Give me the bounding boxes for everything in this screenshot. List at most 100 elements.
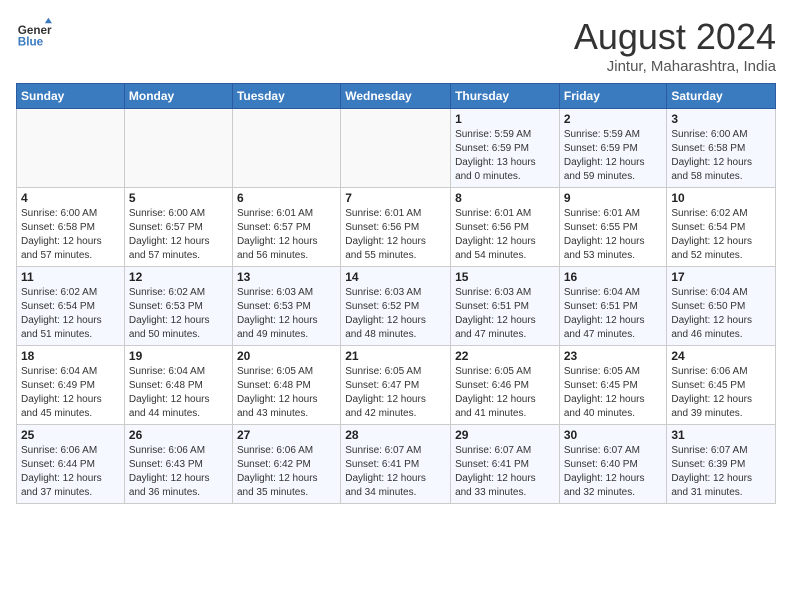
weekday-thursday: Thursday [451,84,560,109]
calendar-cell: 21Sunrise: 6:05 AM Sunset: 6:47 PM Dayli… [341,346,451,425]
calendar-cell: 1 Sunrise: 5:59 AM Sunset: 6:59 PM Daylig… [451,109,560,188]
calendar-cell: 7Sunrise: 6:01 AM Sunset: 6:56 PM Daylig… [341,188,451,267]
calendar-cell: 2 Sunrise: 5:59 AM Sunset: 6:59 PM Daylig… [559,109,667,188]
day-number: 12 [129,270,228,284]
day-info: Sunrise: 6:05 AM Sunset: 6:45 PM Dayligh… [564,365,663,421]
day-info: Sunrise: 6:00 AM Sunset: 6:57 PM Dayligh… [129,207,228,263]
calendar-cell: 25 Sunrise: 6:06 AM Sunset: 6:44 PM Dayli… [17,425,125,504]
calendar-cell: 24Sunrise: 6:06 AM Sunset: 6:45 PM Dayli… [667,346,776,425]
weekday-monday: Monday [124,84,232,109]
day-number: 30 [564,428,663,442]
day-number: 28 [345,428,446,442]
day-number: 27 [237,428,336,442]
calendar-cell: 15Sunrise: 6:03 AM Sunset: 6:51 PM Dayli… [451,267,560,346]
weekday-friday: Friday [559,84,667,109]
day-info: Sunrise: 6:07 AM Sunset: 6:41 PM Dayligh… [345,444,446,500]
weekday-saturday: Saturday [667,84,776,109]
day-number: 20 [237,349,336,363]
calendar-cell [232,109,340,188]
day-number: 15 [455,270,555,284]
day-info: Sunrise: 5:59 AM Sunset: 6:59 PM Dayligh… [455,128,555,184]
day-number: 18 [21,349,120,363]
day-number: 5 [129,191,228,205]
svg-text:Blue: Blue [18,36,44,49]
day-number: 3 [671,112,771,126]
day-number: 14 [345,270,446,284]
logo: General Blue [16,16,52,52]
weekday-wednesday: Wednesday [341,84,451,109]
calendar-cell: 27 Sunrise: 6:06 AM Sunset: 6:42 PM Dayli… [232,425,340,504]
calendar-cell [341,109,451,188]
day-number: 13 [237,270,336,284]
day-info: Sunrise: 6:07 AM Sunset: 6:39 PM Dayligh… [671,444,771,500]
weekday-sunday: Sunday [17,84,125,109]
day-number: 1 [455,112,555,126]
weekday-tuesday: Tuesday [232,84,340,109]
calendar-table: SundayMondayTuesdayWednesdayThursdayFrid… [16,83,776,504]
day-info: Sunrise: 6:06 AM Sunset: 6:45 PM Dayligh… [671,365,771,421]
title-block: August 2024 Jintur, Maharashtra, India [574,16,776,75]
day-info: Sunrise: 6:01 AM Sunset: 6:57 PM Dayligh… [237,207,336,263]
day-number: 11 [21,270,120,284]
day-number: 31 [671,428,771,442]
day-info: Sunrise: 6:02 AM Sunset: 6:53 PM Dayligh… [129,286,228,342]
calendar-cell [124,109,232,188]
page-header: General Blue August 2024 Jintur, Maharas… [16,16,776,75]
day-info: Sunrise: 6:04 AM Sunset: 6:48 PM Dayligh… [129,365,228,421]
day-info: Sunrise: 6:02 AM Sunset: 6:54 PM Dayligh… [21,286,120,342]
calendar-cell: 30 Sunrise: 6:07 AM Sunset: 6:40 PM Dayli… [559,425,667,504]
location-subtitle: Jintur, Maharashtra, India [574,58,776,75]
calendar-cell: 18 Sunrise: 6:04 AM Sunset: 6:49 PM Dayli… [17,346,125,425]
week-row-2: 4Sunrise: 6:00 AM Sunset: 6:58 PM Daylig… [17,188,776,267]
day-info: Sunrise: 6:05 AM Sunset: 6:48 PM Dayligh… [237,365,336,421]
day-info: Sunrise: 6:00 AM Sunset: 6:58 PM Dayligh… [671,128,771,184]
day-number: 17 [671,270,771,284]
day-number: 23 [564,349,663,363]
day-info: Sunrise: 5:59 AM Sunset: 6:59 PM Dayligh… [564,128,663,184]
calendar-cell: 13 Sunrise: 6:03 AM Sunset: 6:53 PM Dayli… [232,267,340,346]
calendar-cell: 16Sunrise: 6:04 AM Sunset: 6:51 PM Dayli… [559,267,667,346]
calendar-cell [17,109,125,188]
calendar-cell: 20 Sunrise: 6:05 AM Sunset: 6:48 PM Dayli… [232,346,340,425]
calendar-cell: 14 Sunrise: 6:03 AM Sunset: 6:52 PM Dayli… [341,267,451,346]
day-info: Sunrise: 6:03 AM Sunset: 6:53 PM Dayligh… [237,286,336,342]
day-number: 19 [129,349,228,363]
week-row-4: 18 Sunrise: 6:04 AM Sunset: 6:49 PM Dayli… [17,346,776,425]
day-info: Sunrise: 6:06 AM Sunset: 6:43 PM Dayligh… [129,444,228,500]
day-number: 6 [237,191,336,205]
day-number: 25 [21,428,120,442]
calendar-cell: 12 Sunrise: 6:02 AM Sunset: 6:53 PM Dayli… [124,267,232,346]
calendar-cell: 11 Sunrise: 6:02 AM Sunset: 6:54 PM Dayli… [17,267,125,346]
day-info: Sunrise: 6:02 AM Sunset: 6:54 PM Dayligh… [671,207,771,263]
day-info: Sunrise: 6:07 AM Sunset: 6:40 PM Dayligh… [564,444,663,500]
calendar-cell: 31 Sunrise: 6:07 AM Sunset: 6:39 PM Dayli… [667,425,776,504]
day-number: 2 [564,112,663,126]
calendar-cell: 6 Sunrise: 6:01 AM Sunset: 6:57 PM Daylig… [232,188,340,267]
day-number: 9 [564,191,663,205]
weekday-header-row: SundayMondayTuesdayWednesdayThursdayFrid… [17,84,776,109]
calendar-cell: 17Sunrise: 6:04 AM Sunset: 6:50 PM Dayli… [667,267,776,346]
calendar-cell: 8Sunrise: 6:01 AM Sunset: 6:56 PM Daylig… [451,188,560,267]
calendar-cell: 29Sunrise: 6:07 AM Sunset: 6:41 PM Dayli… [451,425,560,504]
calendar-cell: 26 Sunrise: 6:06 AM Sunset: 6:43 PM Dayli… [124,425,232,504]
day-number: 7 [345,191,446,205]
day-number: 16 [564,270,663,284]
calendar-cell: 28 Sunrise: 6:07 AM Sunset: 6:41 PM Dayli… [341,425,451,504]
calendar-cell: 3 Sunrise: 6:00 AM Sunset: 6:58 PM Daylig… [667,109,776,188]
day-info: Sunrise: 6:06 AM Sunset: 6:42 PM Dayligh… [237,444,336,500]
day-number: 10 [671,191,771,205]
day-info: Sunrise: 6:03 AM Sunset: 6:52 PM Dayligh… [345,286,446,342]
week-row-3: 11 Sunrise: 6:02 AM Sunset: 6:54 PM Dayli… [17,267,776,346]
calendar-body: 1 Sunrise: 5:59 AM Sunset: 6:59 PM Daylig… [17,109,776,504]
day-number: 29 [455,428,555,442]
day-number: 26 [129,428,228,442]
day-info: Sunrise: 6:04 AM Sunset: 6:49 PM Dayligh… [21,365,120,421]
week-row-1: 1 Sunrise: 5:59 AM Sunset: 6:59 PM Daylig… [17,109,776,188]
calendar-cell: 5 Sunrise: 6:00 AM Sunset: 6:57 PM Daylig… [124,188,232,267]
calendar-cell: 4Sunrise: 6:00 AM Sunset: 6:58 PM Daylig… [17,188,125,267]
day-info: Sunrise: 6:01 AM Sunset: 6:56 PM Dayligh… [455,207,555,263]
day-number: 4 [21,191,120,205]
day-info: Sunrise: 6:06 AM Sunset: 6:44 PM Dayligh… [21,444,120,500]
day-info: Sunrise: 6:05 AM Sunset: 6:46 PM Dayligh… [455,365,555,421]
day-number: 22 [455,349,555,363]
